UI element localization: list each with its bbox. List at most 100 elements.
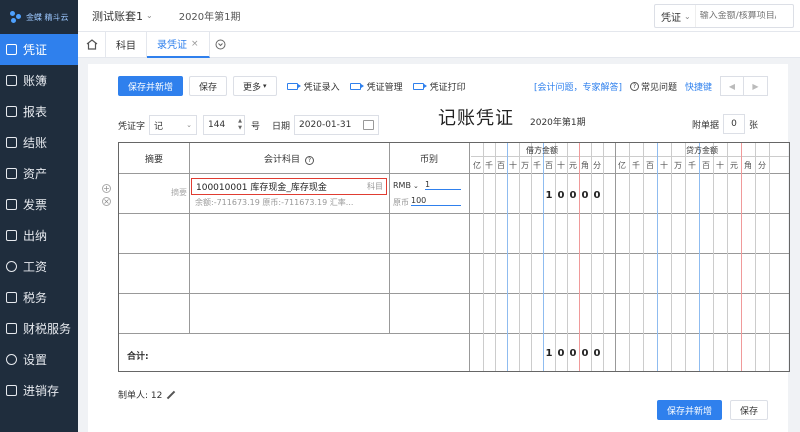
- sidebar-item-inventory[interactable]: 进销存: [0, 375, 78, 406]
- tax-icon: [6, 292, 17, 303]
- voucher-icon: [6, 44, 17, 55]
- summary-input[interactable]: 摘要: [119, 187, 187, 198]
- debit-amount-digit: 1: [545, 190, 553, 201]
- save-new-button-bottom[interactable]: 保存并新增: [656, 400, 722, 420]
- total-debit-digit: 0: [593, 348, 601, 359]
- expert-help-link[interactable]: [会计问题，专家解答]: [534, 80, 622, 93]
- question-icon[interactable]: ?: [304, 156, 314, 165]
- sidebar-item-settings[interactable]: 设置: [0, 344, 78, 375]
- tab-record-voucher[interactable]: 录凭证 ×: [147, 31, 210, 58]
- caret-down-icon: ▾: [263, 82, 267, 90]
- tab-more-icon[interactable]: [210, 39, 232, 50]
- tab-accounts[interactable]: 科目: [106, 31, 147, 58]
- pencil-icon[interactable]: [166, 390, 178, 400]
- add-row-icon[interactable]: +: [102, 184, 111, 193]
- payroll-icon: [6, 261, 17, 272]
- ledger-icon: [6, 75, 17, 86]
- prev-voucher-button[interactable]: ◀: [720, 76, 744, 96]
- save-new-button[interactable]: 保存并新增: [118, 76, 184, 96]
- date-label: 日期: [272, 121, 291, 132]
- save-button[interactable]: 保存: [189, 76, 228, 96]
- video-icon: [286, 82, 301, 90]
- voucher-table: 摘要 会计科目 ? 币别 借方金额 贷方金额 亿 千 百 十 万 千 百 十 元…: [118, 142, 790, 372]
- sidebar-item-ledger[interactable]: 账簿: [0, 65, 78, 96]
- report-icon: [6, 106, 17, 117]
- triangle-right-icon: ▶: [752, 81, 759, 91]
- tax-service-icon: [6, 323, 17, 334]
- inventory-icon: [6, 385, 17, 396]
- entry-row-2[interactable]: [119, 214, 789, 253]
- sidebar-item-payroll[interactable]: 工资: [0, 251, 78, 282]
- subject-input[interactable]: 100010001 库存现金_库存现金 科目: [191, 178, 387, 195]
- tab-bar: 科目 录凭证 ×: [78, 31, 800, 58]
- voucher-print-link[interactable]: 凭证打印: [412, 80, 466, 93]
- top-bar: 测试账套1 ⌄ 2020年第1期 凭证 ⌄: [78, 0, 800, 32]
- voucher-number-stepper[interactable]: 144 ▲ ▼: [203, 115, 246, 135]
- video-icon: [349, 82, 364, 90]
- search-input[interactable]: [695, 11, 776, 21]
- debit-amount-digit: 0: [557, 190, 565, 201]
- voucher-entry-link[interactable]: 凭证录入: [286, 80, 340, 93]
- voucher-panel: 保存并新增 保存 更多 ▾ 凭证录入 凭证管理 凭证打印 [会计问题，专家解答] …: [88, 64, 790, 432]
- voucher-maker: 制单人: 12: [118, 388, 178, 401]
- more-button[interactable]: 更多 ▾: [233, 76, 277, 96]
- col-currency-header: 币别: [419, 155, 438, 165]
- debit-amount-digit: 0: [569, 190, 577, 201]
- col-debit-header: 借方金额: [526, 146, 558, 155]
- home-icon[interactable]: [78, 31, 106, 58]
- arrow-down-icon[interactable]: ▼: [238, 125, 242, 132]
- debit-amount-digit: 0: [593, 190, 601, 201]
- date-field[interactable]: 2020-01-31: [294, 115, 380, 135]
- closing-icon: [6, 137, 17, 148]
- shortcut-link[interactable]: 快捷键: [685, 80, 712, 93]
- calendar-icon[interactable]: [363, 120, 375, 130]
- voucher-word-label: 凭证字: [118, 121, 146, 132]
- total-label: 合计:: [127, 352, 149, 362]
- voucher-title: 记账凭证: [438, 108, 514, 129]
- attachments: 附单据 0 张: [692, 114, 758, 134]
- invoice-icon: [6, 199, 17, 210]
- search-type-select[interactable]: 凭证 ⌄: [655, 5, 696, 27]
- orig-amount-label: 原币: [393, 198, 409, 207]
- orig-amount-input[interactable]: 100: [411, 196, 461, 206]
- sidebar-item-closing[interactable]: 结账: [0, 127, 78, 158]
- sidebar-item-tax[interactable]: 税务: [0, 282, 78, 313]
- currency-select[interactable]: RMB ⌄: [393, 181, 419, 190]
- sidebar-item-voucher[interactable]: 凭证: [0, 34, 78, 65]
- faq-link[interactable]: ? 常见问题: [629, 80, 677, 93]
- close-icon[interactable]: ×: [191, 39, 199, 49]
- arrow-up-icon[interactable]: ▲: [238, 118, 242, 125]
- save-button-bottom[interactable]: 保存: [729, 400, 768, 420]
- exchange-rate-input[interactable]: 1: [425, 180, 461, 190]
- voucher-toolbar: 保存并新增 保存 更多 ▾ 凭证录入 凭证管理 凭证打印: [118, 76, 466, 96]
- total-debit-digit: 1: [545, 348, 553, 359]
- chevron-down-icon: ⌄: [186, 121, 193, 129]
- cashier-icon: [6, 230, 17, 241]
- voucher-word-select[interactable]: 记 ⌄: [149, 115, 198, 135]
- footer-actions: 保存并新增 保存: [656, 400, 768, 420]
- col-summary-header: 摘要: [144, 155, 163, 165]
- entry-row-3[interactable]: [119, 254, 789, 293]
- assets-icon: [6, 168, 17, 179]
- account-selector[interactable]: 测试账套1 ⌄: [92, 8, 153, 24]
- voucher-manage-link[interactable]: 凭证管理: [349, 80, 403, 93]
- total-debit-digit: 0: [557, 348, 565, 359]
- sidebar-item-tax-service[interactable]: 财税服务: [0, 313, 78, 344]
- sidebar-item-invoice[interactable]: 发票: [0, 189, 78, 220]
- remove-row-icon[interactable]: ×: [102, 197, 111, 206]
- col-subject-header: 会计科目 ?: [189, 152, 389, 165]
- gear-icon: [6, 354, 17, 365]
- logo-text: 金蝶 精斗云: [26, 12, 69, 22]
- sidebar-item-report[interactable]: 报表: [0, 96, 78, 127]
- next-voucher-button[interactable]: ▶: [744, 76, 768, 96]
- debit-amount-digit: 0: [581, 190, 589, 201]
- subject-picker-button[interactable]: 科目: [367, 181, 383, 192]
- sidebar-item-cashier[interactable]: 出纳: [0, 220, 78, 251]
- sidebar-item-assets[interactable]: 资产: [0, 158, 78, 189]
- global-search: 凭证 ⌄: [654, 4, 794, 28]
- question-icon: ?: [629, 81, 639, 91]
- chevron-down-icon: ⌄: [684, 11, 691, 21]
- attachment-count-input[interactable]: 0: [722, 114, 745, 134]
- entry-row-4[interactable]: [119, 294, 789, 333]
- current-period: 2020年第1期: [178, 12, 241, 23]
